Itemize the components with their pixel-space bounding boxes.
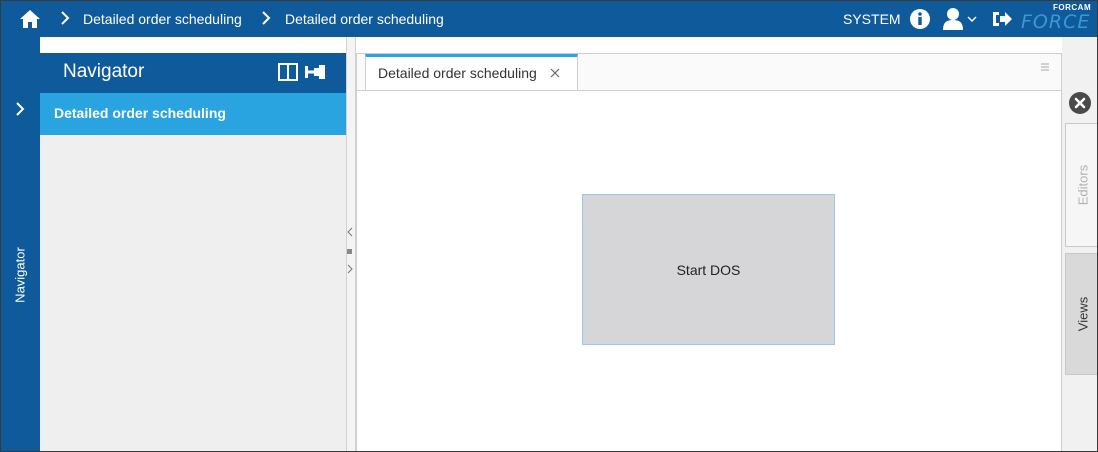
breadcrumb-item-current[interactable]: Detailed order scheduling: [285, 11, 444, 27]
app-window: Detailed order scheduling Detailed order…: [0, 0, 1098, 452]
menu-icon[interactable]: [1040, 62, 1050, 72]
logout-icon[interactable]: [991, 9, 1013, 29]
split-view-icon[interactable]: [278, 63, 298, 81]
tab-detailed-order-scheduling[interactable]: Detailed order scheduling: [365, 54, 578, 90]
breadcrumb-item[interactable]: Detailed order scheduling: [83, 11, 242, 27]
home-icon[interactable]: [19, 9, 41, 29]
collapse-right-icon[interactable]: [347, 264, 353, 274]
nav-item-detailed-order-scheduling[interactable]: Detailed order scheduling: [40, 93, 346, 135]
chevron-right-icon[interactable]: [13, 101, 27, 117]
side-tab-views[interactable]: Views: [1065, 253, 1097, 375]
info-icon[interactable]: [909, 8, 931, 30]
start-dos-button[interactable]: Start DOS: [582, 194, 835, 345]
navigator-header: Navigator: [40, 53, 346, 93]
collapse-left-icon[interactable]: [347, 227, 353, 237]
editor-area: Detailed order scheduling Start DOS: [356, 53, 1062, 451]
side-tab-editors-label: Editors: [1075, 164, 1090, 206]
panel-splitter[interactable]: [346, 37, 356, 451]
close-circle-icon[interactable]: [1068, 91, 1092, 115]
tab-label: Detailed order scheduling: [378, 65, 537, 81]
editor-tab-bar: Detailed order scheduling: [357, 54, 1061, 91]
top-bar: Detailed order scheduling Detailed order…: [1, 1, 1097, 37]
side-tab-views-label: Views: [1075, 296, 1090, 332]
logo-force-text: FORCE: [1021, 11, 1091, 33]
user-icon[interactable]: [942, 7, 964, 31]
chevron-right-icon: [262, 11, 271, 25]
side-tab-editors[interactable]: Editors: [1065, 123, 1097, 247]
chevron-down-icon[interactable]: [967, 15, 977, 23]
navigator-strip-label[interactable]: Navigator: [13, 247, 28, 303]
left-side-strip: [1, 37, 40, 451]
pin-icon[interactable]: [304, 63, 326, 81]
close-icon[interactable]: [549, 67, 561, 79]
system-label: SYSTEM: [843, 11, 901, 27]
navigator-title: Navigator: [63, 61, 145, 82]
splitter-handle[interactable]: [347, 249, 352, 254]
chevron-right-icon: [61, 11, 70, 25]
navigator-panel: Detailed order scheduling: [40, 93, 346, 451]
